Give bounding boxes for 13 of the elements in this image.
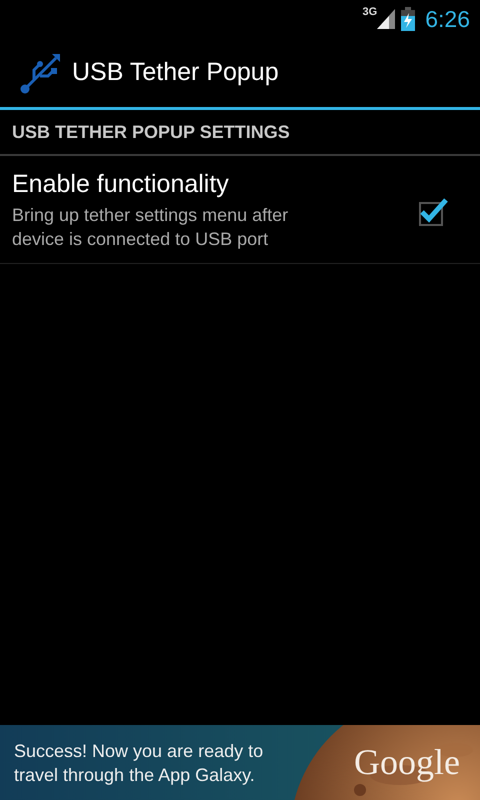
ad-message: Success! Now you are ready to travel through the App Galaxy.: [13, 740, 264, 786]
signal-icon: [377, 9, 396, 29]
preference-summary: Bring up tether settings menu after device is connected to USB port: [12, 204, 290, 251]
preference-title: Enable functionality: [12, 170, 230, 199]
checkbox[interactable]: [418, 196, 448, 226]
clock: 6:26: [425, 6, 470, 32]
battery-icon: [401, 7, 416, 31]
network-type: 3G: [362, 6, 378, 18]
brand-logo: Google: [354, 741, 460, 783]
usb-icon: [20, 52, 62, 94]
app-title: USB Tether Popup: [72, 58, 279, 87]
section-header: USB TETHER POPUP SETTINGS: [12, 122, 290, 142]
ad-banner[interactable]: Success! Now you are ready to travel through the App Galaxy. Google: [0, 725, 480, 800]
